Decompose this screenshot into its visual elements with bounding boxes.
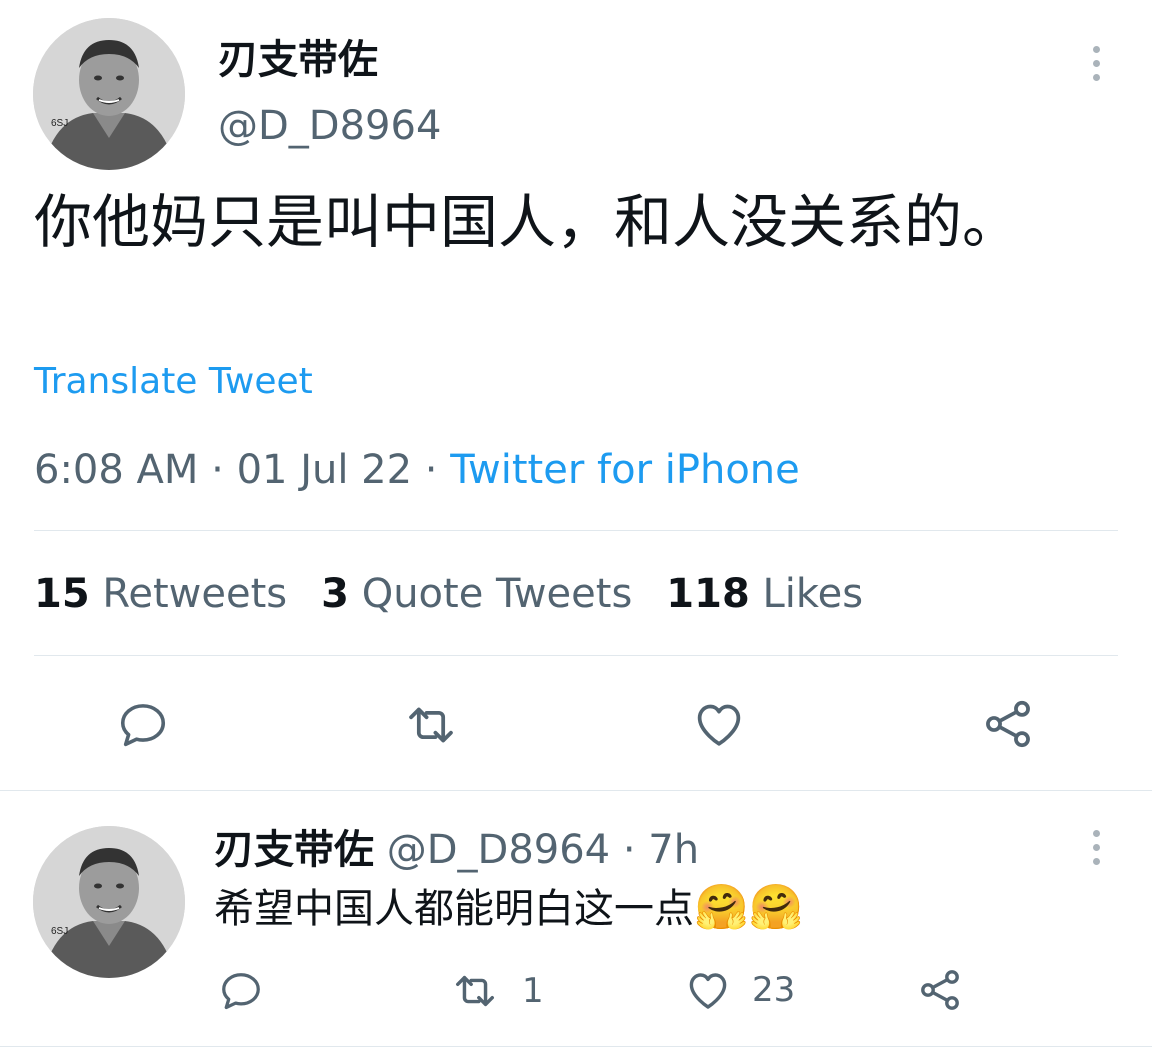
reply-header: 刃支带佐 @D_D8964 · 7h xyxy=(214,826,699,874)
likes-stat[interactable]: 118 Likes xyxy=(666,571,863,617)
quote-tweets-label: Quote Tweets xyxy=(361,571,633,617)
reply-more-options-icon[interactable] xyxy=(1086,830,1106,865)
retweet-count: 1 xyxy=(522,971,544,1011)
reply-share-button[interactable] xyxy=(916,966,984,1014)
reply-display-name[interactable]: 刃支带佐 xyxy=(214,827,374,873)
tweet-source-link[interactable]: Twitter for iPhone xyxy=(450,447,800,493)
retweet-icon xyxy=(409,707,453,743)
reply-retweet-button[interactable]: 1 xyxy=(448,968,544,1014)
divider xyxy=(34,530,1118,531)
svg-text:6SJ: 6SJ xyxy=(51,926,68,937)
quote-tweets-stat[interactable]: 3 Quote Tweets xyxy=(321,571,632,617)
reply-separator: · xyxy=(622,827,636,873)
tweet-stats: 15 Retweets 3 Quote Tweets 118 Likes xyxy=(34,570,863,618)
reply-reply-button[interactable] xyxy=(218,968,284,1014)
meta-separator: · xyxy=(211,447,237,493)
translate-tweet-link[interactable]: Translate Tweet xyxy=(34,360,313,404)
likes-count: 118 xyxy=(666,571,750,617)
divider xyxy=(34,655,1118,656)
share-icon xyxy=(921,970,959,1010)
reply-handle[interactable]: @D_D8964 xyxy=(387,827,610,873)
reply-text: 希望中国人都能明白这一点 xyxy=(214,886,694,932)
retweet-button[interactable] xyxy=(400,698,462,752)
tweet-text: 你他妈只是叫中国人，和人没关系的。 xyxy=(34,188,1021,256)
share-button[interactable] xyxy=(980,696,1036,752)
like-count: 23 xyxy=(752,970,796,1010)
reply-text-line: 希望中国人都能明白这一点🤗🤗 xyxy=(214,882,804,935)
hugging-face-emoji: 🤗 xyxy=(694,882,749,933)
quote-tweets-count: 3 xyxy=(321,571,349,617)
tweet-time: 6:08 AM xyxy=(34,447,199,493)
divider xyxy=(0,790,1152,791)
reply-like-button[interactable]: 23 xyxy=(684,966,795,1014)
meta-separator: · xyxy=(424,447,451,493)
reply-icon xyxy=(222,973,260,1010)
retweet-icon xyxy=(456,975,494,1007)
hugging-face-emoji: 🤗 xyxy=(748,882,804,933)
tweet-date: 01 Jul 22 xyxy=(236,447,413,493)
retweets-stat[interactable]: 15 Retweets xyxy=(34,571,287,617)
svg-text:6SJ: 6SJ xyxy=(51,118,68,129)
divider xyxy=(0,1046,1152,1047)
retweets-label: Retweets xyxy=(102,571,288,617)
like-icon xyxy=(689,973,727,1009)
reply-icon xyxy=(120,704,166,747)
author-avatar[interactable]: 6SJ xyxy=(33,18,185,170)
author-handle[interactable]: @D_D8964 xyxy=(218,102,441,150)
author-display-name[interactable]: 刃支带佐 xyxy=(218,36,378,84)
like-button[interactable] xyxy=(690,696,748,752)
retweets-count: 15 xyxy=(34,571,90,617)
like-icon xyxy=(697,704,741,746)
reply-button[interactable] xyxy=(116,698,170,752)
reply-author-avatar[interactable]: 6SJ xyxy=(33,826,185,978)
share-icon xyxy=(986,700,1030,748)
more-options-icon[interactable] xyxy=(1086,46,1106,81)
likes-label: Likes xyxy=(762,571,864,617)
tweet-metadata: 6:08 AM · 01 Jul 22 · Twitter for iPhone xyxy=(34,446,800,494)
reply-time[interactable]: 7h xyxy=(648,827,699,873)
